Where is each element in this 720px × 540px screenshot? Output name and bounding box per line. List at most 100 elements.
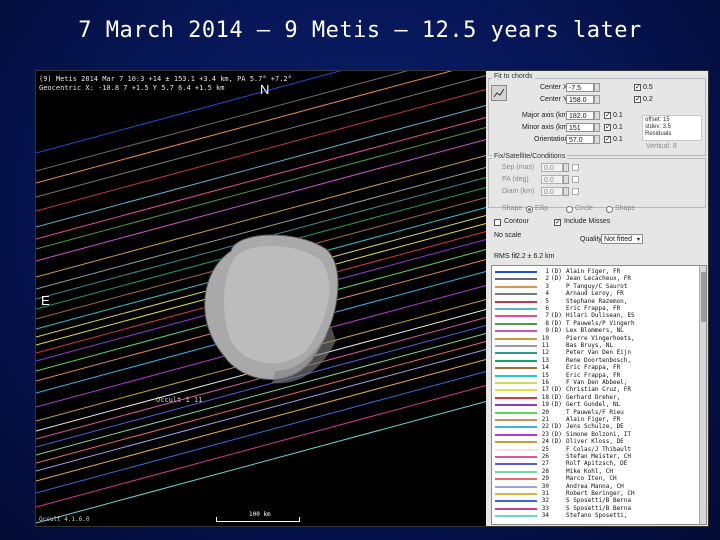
list-item[interactable]: 9 (D) Lex Blommers, NL [492, 327, 706, 335]
list-item[interactable]: 30 Andrea Manna, CH [492, 483, 706, 491]
chord-flag: (D) [551, 268, 562, 275]
shape-radio-shape[interactable] [606, 206, 613, 213]
contour-checkbox[interactable] [494, 219, 501, 226]
sep-input[interactable]: 0.0 [541, 163, 563, 172]
minor-axis-checkbox[interactable]: ✓ [604, 124, 611, 131]
center-y-input[interactable]: 158.0 [566, 95, 594, 104]
major-axis-spinner[interactable] [594, 111, 600, 120]
list-item[interactable]: 23 (D) Simone Bolzoni, IT [492, 431, 706, 439]
chord-color-swatch [495, 315, 537, 318]
orientation-input[interactable]: 57.0 [566, 135, 594, 144]
list-item[interactable]: 3 P Tanguy/C Saurot [492, 283, 706, 291]
list-item[interactable]: 27 Rolf Apitzsch, DE [492, 460, 706, 468]
observer-name: T Pauwels/P Vingerh [566, 319, 635, 327]
chord-number: 32 [541, 497, 549, 505]
orientation-spinner[interactable] [594, 135, 600, 144]
chord-number: 13 [541, 356, 549, 364]
observer-name: Eric Frappa, FR [566, 305, 621, 312]
quality-select[interactable]: Not fitted ▾ [601, 234, 643, 244]
center-x-spinner[interactable] [594, 83, 600, 92]
center-y-checkbox[interactable]: ✓ [634, 96, 641, 103]
major-axis-input[interactable]: 182.0 [566, 111, 594, 120]
observer-name: S Sposetti/B Berna [566, 504, 632, 512]
list-item[interactable]: 7 (D) Hilari Dulisean, ES [492, 312, 706, 320]
list-item[interactable]: 28 Mike Kohl, CH [492, 468, 706, 476]
chord-number: 30 [541, 482, 549, 490]
diam-input[interactable]: 0.0 [541, 187, 563, 196]
chord-color-swatch [495, 293, 537, 296]
center-x-checkbox[interactable]: ✓ [634, 84, 641, 91]
diam-spinner[interactable] [563, 187, 569, 196]
center-y-spinner[interactable] [594, 95, 600, 104]
chord-number: 12 [541, 349, 549, 357]
observer-name: Gerhard Dreher, [566, 393, 621, 401]
pa-spinner[interactable] [563, 175, 569, 184]
plot-header: (9) Metis 2014 Mar 7 10:3 +14 ± 153.1 +3… [39, 75, 292, 93]
chord-number: 10 [541, 334, 549, 342]
list-item[interactable]: 34 Stefano Sposetti, [492, 512, 706, 520]
list-scrollbar[interactable] [699, 266, 706, 524]
list-item[interactable]: 12 Peter Van Den Eijn [492, 349, 706, 357]
list-item[interactable]: 33 S Sposetti/B Berna [492, 505, 706, 513]
list-item[interactable]: 22 (D) Jens Schulze, DE [492, 423, 706, 431]
list-item[interactable]: 4 Arnaud Leroy, FR [492, 290, 706, 298]
list-item[interactable]: 2 (D) Jean Lecacheux, FR [492, 275, 706, 283]
minor-axis-input[interactable]: 151 [566, 123, 594, 132]
asteroid-plot[interactable]: (9) Metis 2014 Mar 7 10:3 +14 ± 153.1 +3… [36, 71, 486, 526]
list-item[interactable]: 20 T Pauwels/F Rieu [492, 409, 706, 417]
list-item[interactable]: 25 F Colas/J Thibault [492, 446, 706, 454]
list-item[interactable]: 1 (D) Alain Figer, FR [492, 268, 706, 276]
chord-color-swatch [495, 500, 537, 503]
pa-checkbox[interactable] [572, 176, 579, 183]
include-misses-checkbox[interactable]: ✓ [554, 219, 561, 226]
list-item[interactable]: 31 Robert Beringer, CH [492, 490, 706, 498]
list-item[interactable]: 17 (D) Christian Cruz, FR [492, 386, 706, 394]
chord-number: 28 [541, 467, 549, 475]
list-item[interactable]: 18 (D) Gerhard Dreher, [492, 394, 706, 402]
chord-color-swatch [495, 478, 537, 481]
observer-name: Arnaud Leroy, FR [566, 290, 624, 298]
list-item[interactable]: 26 Stefan Meister, CH [492, 453, 706, 461]
list-item[interactable]: 14 Eric Frappa, FR [492, 364, 706, 372]
chord-number: 1 [545, 268, 549, 275]
list-item[interactable]: 15 Eric Frappa, FR [492, 372, 706, 380]
chk-right-4: 0.1 [613, 124, 623, 131]
shape-radio-circle[interactable] [566, 206, 573, 213]
list-item[interactable]: 19 (D) Gert Gundel, NL [492, 401, 706, 409]
list-item[interactable]: 8 (D) T Pauwels/P Vingerh [492, 320, 706, 328]
shape-radio-ellip[interactable] [526, 206, 533, 213]
chart-icon-button[interactable] [491, 85, 507, 101]
list-item[interactable]: 29 Marco Iten, CH [492, 475, 706, 483]
diam-label: Diam (km) [502, 188, 535, 195]
list-item[interactable]: 32 S Sposetti/B Berna [492, 497, 706, 505]
major-axis-checkbox[interactable]: ✓ [604, 112, 611, 119]
observer-name: Jens Schulze, DE [566, 423, 624, 431]
chord-line [36, 127, 486, 250]
observer-name: Lex Blommers, NL [566, 327, 624, 335]
diam-checkbox[interactable] [572, 188, 579, 195]
sep-checkbox[interactable] [572, 164, 579, 171]
observer-name: Mike Kohl, CH [566, 467, 613, 475]
list-item[interactable]: 24 (D) Oliver Kloss, DE [492, 438, 706, 446]
list-item[interactable]: 5 Stephane Razemon, [492, 298, 706, 306]
chord-color-swatch [495, 463, 537, 466]
orientation-checkbox[interactable]: ✓ [604, 136, 611, 143]
contour-label: Contour [504, 218, 529, 225]
list-item[interactable]: 21 Alain Figer, FR [492, 416, 706, 424]
list-item[interactable]: 13 Rene Doortenbosch, [492, 357, 706, 365]
list-item[interactable]: 11 Bas Bruys, NL [492, 342, 706, 350]
sep-spinner[interactable] [563, 163, 569, 172]
scroll-thumb[interactable] [701, 272, 706, 322]
list-item[interactable]: 16 F Van Den Abbeel, [492, 379, 706, 387]
observer-name: Stephane Razemon, [566, 297, 628, 305]
center-x-input[interactable]: -7.5 [566, 83, 594, 92]
observer-list[interactable]: 34 Stefano Sposetti, 33 S Sposetti/B Berna 3… [491, 265, 707, 525]
chord-color-swatch [495, 411, 537, 414]
minor-axis-spinner[interactable] [594, 123, 600, 132]
list-item[interactable]: 6 Eric Frappa, FR [492, 305, 706, 313]
fit-info-line-1: offset: 15 [645, 117, 670, 123]
list-item[interactable]: 10 Pierre Vingerhoets, [492, 335, 706, 343]
pa-input[interactable]: 0.0 [541, 175, 563, 184]
center-y-label: Center Y [540, 96, 568, 103]
chord-flag: (D) [551, 312, 562, 320]
